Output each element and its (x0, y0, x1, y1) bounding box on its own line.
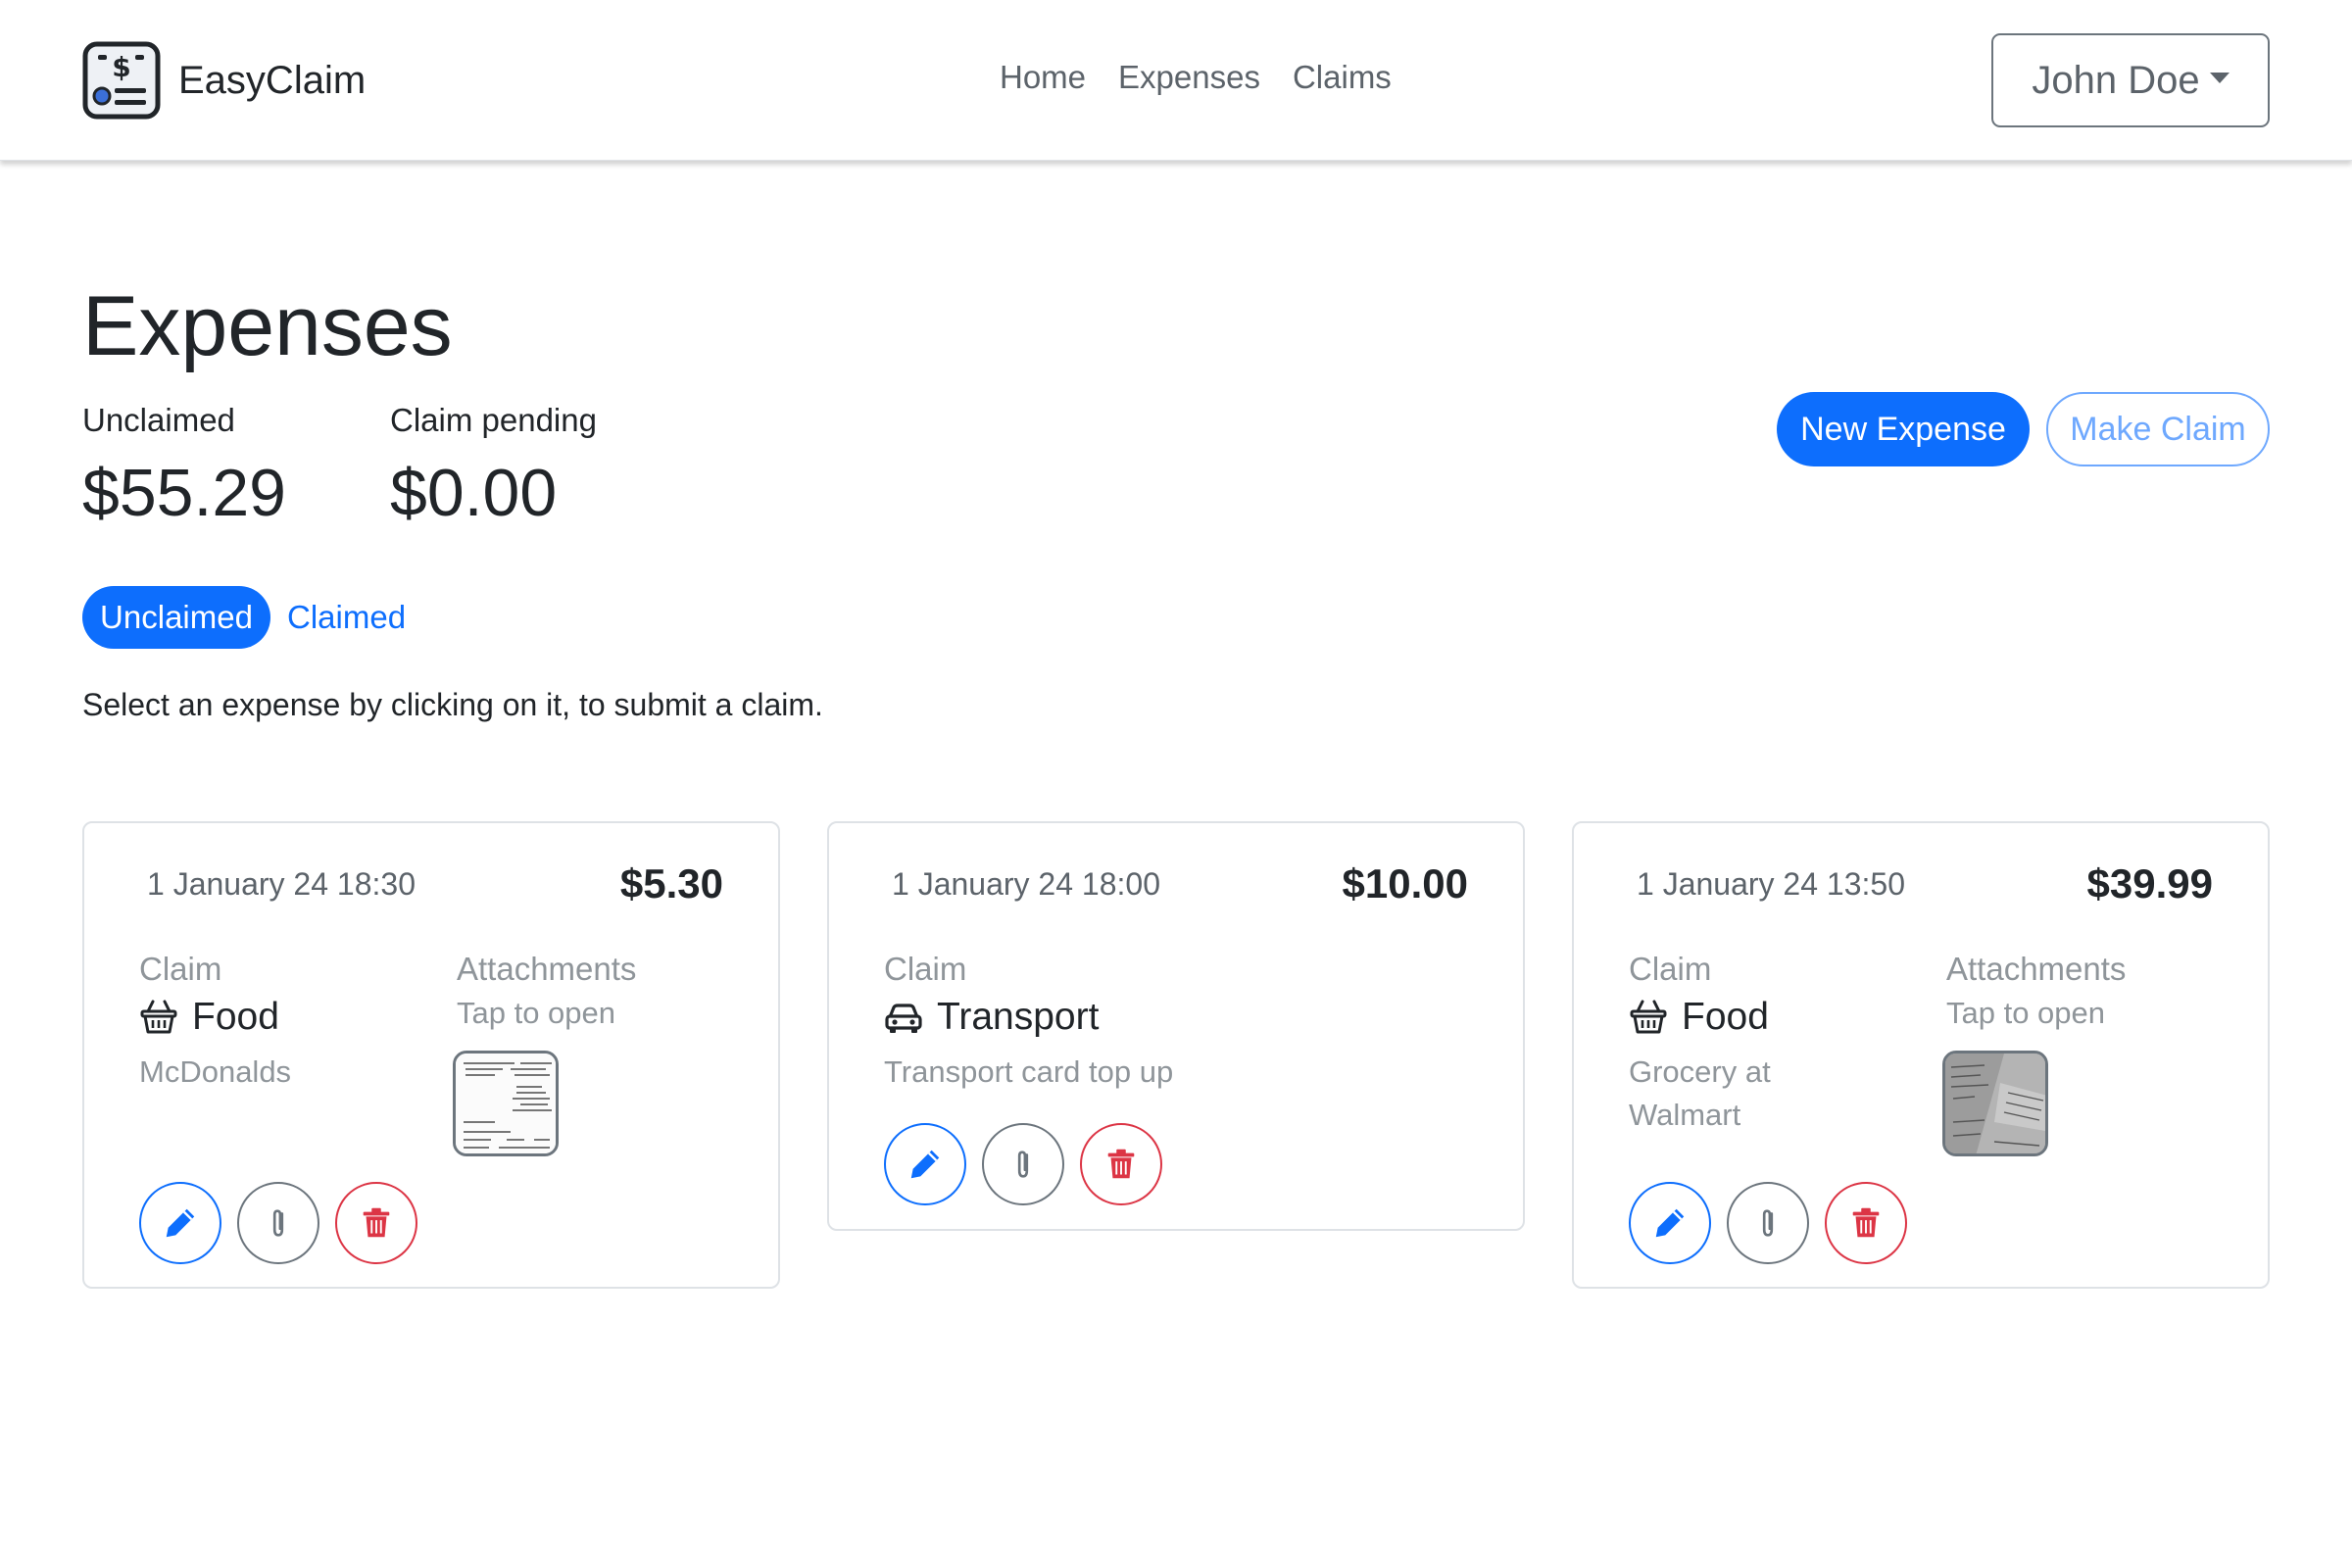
brand-name: EasyClaim (178, 58, 367, 102)
pending-stat: Claim pending $0.00 (390, 402, 597, 531)
attachments-label: Attachments (1946, 951, 2127, 987)
paperclip-icon (1749, 1204, 1787, 1242)
delete-button[interactable] (335, 1182, 417, 1264)
delete-button[interactable] (1825, 1182, 1907, 1264)
category-name: Food (192, 996, 279, 1038)
tap-to-open-label: Tap to open (457, 996, 616, 1030)
basket-icon (1629, 998, 1668, 1037)
claim-label: Claim (884, 951, 967, 987)
expense-date: 1 January 24 13:50 (1637, 866, 1905, 902)
expense-category: Food (139, 996, 279, 1039)
edit-button[interactable] (884, 1123, 966, 1205)
tab-claimed[interactable]: Claimed (287, 599, 406, 636)
receipt-photo-icon (1945, 1054, 2045, 1153)
receipt-image-icon (456, 1054, 556, 1153)
paperclip-icon (1004, 1146, 1042, 1183)
pending-value: $0.00 (390, 456, 558, 530)
expense-description: Transport card top up (884, 1054, 1174, 1089)
category-name: Transport (937, 996, 1100, 1038)
page-title: Expenses (82, 279, 453, 373)
expense-category: Food (1629, 996, 1769, 1039)
expense-description: McDonalds (139, 1054, 292, 1089)
claim-label: Claim (139, 951, 222, 987)
svg-text:$: $ (112, 51, 130, 83)
nav-claims-link[interactable]: Claims (1293, 59, 1392, 96)
nav-home-link[interactable]: Home (1000, 59, 1086, 96)
caret-down-icon (2209, 72, 2230, 83)
receipt-thumbnail[interactable] (1942, 1051, 2048, 1156)
paperclip-icon (260, 1204, 297, 1242)
user-name: John Doe (2032, 58, 2200, 102)
make-claim-button[interactable]: Make Claim (2046, 392, 2270, 466)
basket-icon (139, 998, 178, 1037)
unclaimed-label: Unclaimed (82, 402, 235, 438)
tab-unclaimed[interactable]: Unclaimed (82, 586, 270, 649)
unclaimed-stat: Unclaimed $55.29 (82, 402, 286, 531)
expense-description: Grocery at Walmart (1629, 1054, 1771, 1132)
expense-date: 1 January 24 18:00 (892, 866, 1160, 902)
easyclaim-logo-icon: $ (82, 41, 161, 120)
instruction-text: Select an expense by clicking on it, to … (82, 687, 823, 722)
trash-icon (1847, 1204, 1885, 1242)
expense-card[interactable]: 1 January 24 13:50 $39.99 Claim Food Gro… (1572, 821, 2270, 1289)
pencil-icon (906, 1146, 944, 1183)
edit-button[interactable] (139, 1182, 221, 1264)
claim-label: Claim (1629, 951, 1712, 987)
expense-amount: $5.30 (619, 860, 723, 906)
pending-label: Claim pending (390, 402, 597, 438)
user-menu-button[interactable]: John Doe (1991, 33, 2270, 127)
trash-icon (1102, 1146, 1140, 1183)
brand[interactable]: $ EasyClaim (82, 41, 366, 120)
attach-button[interactable] (237, 1182, 319, 1264)
delete-button[interactable] (1080, 1123, 1162, 1205)
attach-button[interactable] (1727, 1182, 1809, 1264)
trash-icon (358, 1204, 395, 1242)
expense-card[interactable]: 1 January 24 18:30 $5.30 Claim Food McDo… (82, 821, 780, 1289)
expense-category: Transport (884, 996, 1099, 1039)
pencil-icon (162, 1204, 199, 1242)
expense-amount: $10.00 (1342, 860, 1468, 906)
nav-links: Home Expenses Claims (1000, 59, 1424, 96)
attachments-label: Attachments (457, 951, 637, 987)
tap-to-open-label: Tap to open (1946, 996, 2106, 1030)
expense-card[interactable]: 1 January 24 18:00 $10.00 Claim Transpor… (827, 821, 1525, 1231)
pencil-icon (1651, 1204, 1689, 1242)
car-icon (884, 998, 923, 1037)
expense-date: 1 January 24 18:30 (147, 866, 416, 902)
navbar: $ EasyClaim Home Expenses Claims John Do… (0, 0, 2352, 161)
new-expense-button[interactable]: New Expense (1777, 392, 2030, 466)
attach-button[interactable] (982, 1123, 1064, 1205)
nav-expenses-link[interactable]: Expenses (1118, 59, 1260, 96)
category-name: Food (1682, 996, 1769, 1038)
expense-amount: $39.99 (2086, 860, 2213, 906)
edit-button[interactable] (1629, 1182, 1711, 1264)
unclaimed-value: $55.29 (82, 456, 286, 530)
receipt-thumbnail[interactable] (453, 1051, 559, 1156)
